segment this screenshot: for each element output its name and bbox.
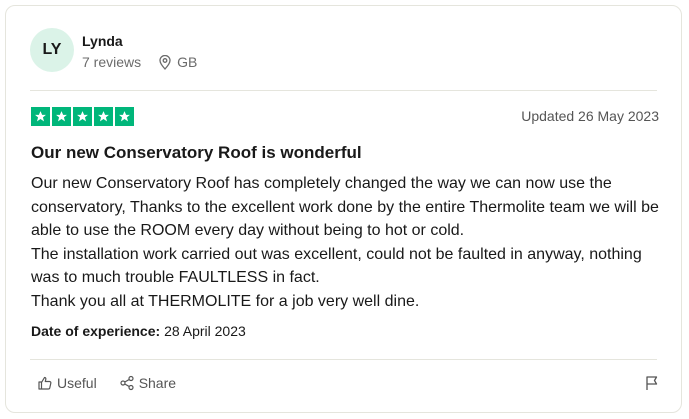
divider [30, 359, 657, 360]
divider [30, 90, 657, 91]
date-of-experience: Date of experience: 28 April 2023 [31, 323, 246, 339]
avatar[interactable]: LY [30, 28, 74, 72]
review-paragraph: The installation work carried out was ex… [31, 245, 642, 287]
star-icon [94, 107, 113, 126]
review-body: Our new Conservatory Roof has completely… [31, 172, 661, 313]
share-button[interactable]: Share [119, 375, 176, 391]
star-icon [115, 107, 134, 126]
thumbs-up-icon [37, 375, 53, 391]
flag-icon [645, 375, 659, 391]
share-label: Share [138, 375, 177, 391]
review-paragraph: Thank you all at THERMOLITE for a job ve… [31, 292, 420, 310]
location-pin-icon [159, 54, 171, 70]
star-icon [73, 107, 92, 126]
updated-date: Updated 26 May 2023 [521, 108, 659, 124]
review-actions: Useful Share [37, 375, 176, 391]
star-rating [31, 107, 134, 126]
experience-value: 28 April 2023 [164, 323, 246, 339]
report-flag-button[interactable] [645, 375, 659, 391]
reviewer-name[interactable]: Lynda [82, 33, 123, 49]
useful-label: Useful [57, 375, 97, 391]
review-title[interactable]: Our new Conservatory Roof is wonderful [31, 143, 362, 163]
star-icon [52, 107, 71, 126]
share-icon [119, 375, 135, 391]
useful-button[interactable]: Useful [37, 375, 97, 391]
experience-label: Date of experience: [31, 323, 161, 339]
reviewer-country: GB [177, 54, 198, 70]
review-card: LY Lynda 7 reviews GB Updated 26 May 202… [5, 5, 682, 413]
review-count: 7 reviews [82, 54, 142, 70]
reviewer-meta: 7 reviews GB [82, 54, 197, 70]
review-paragraph: Our new Conservatory Roof has completely… [31, 175, 659, 239]
star-icon [31, 107, 50, 126]
